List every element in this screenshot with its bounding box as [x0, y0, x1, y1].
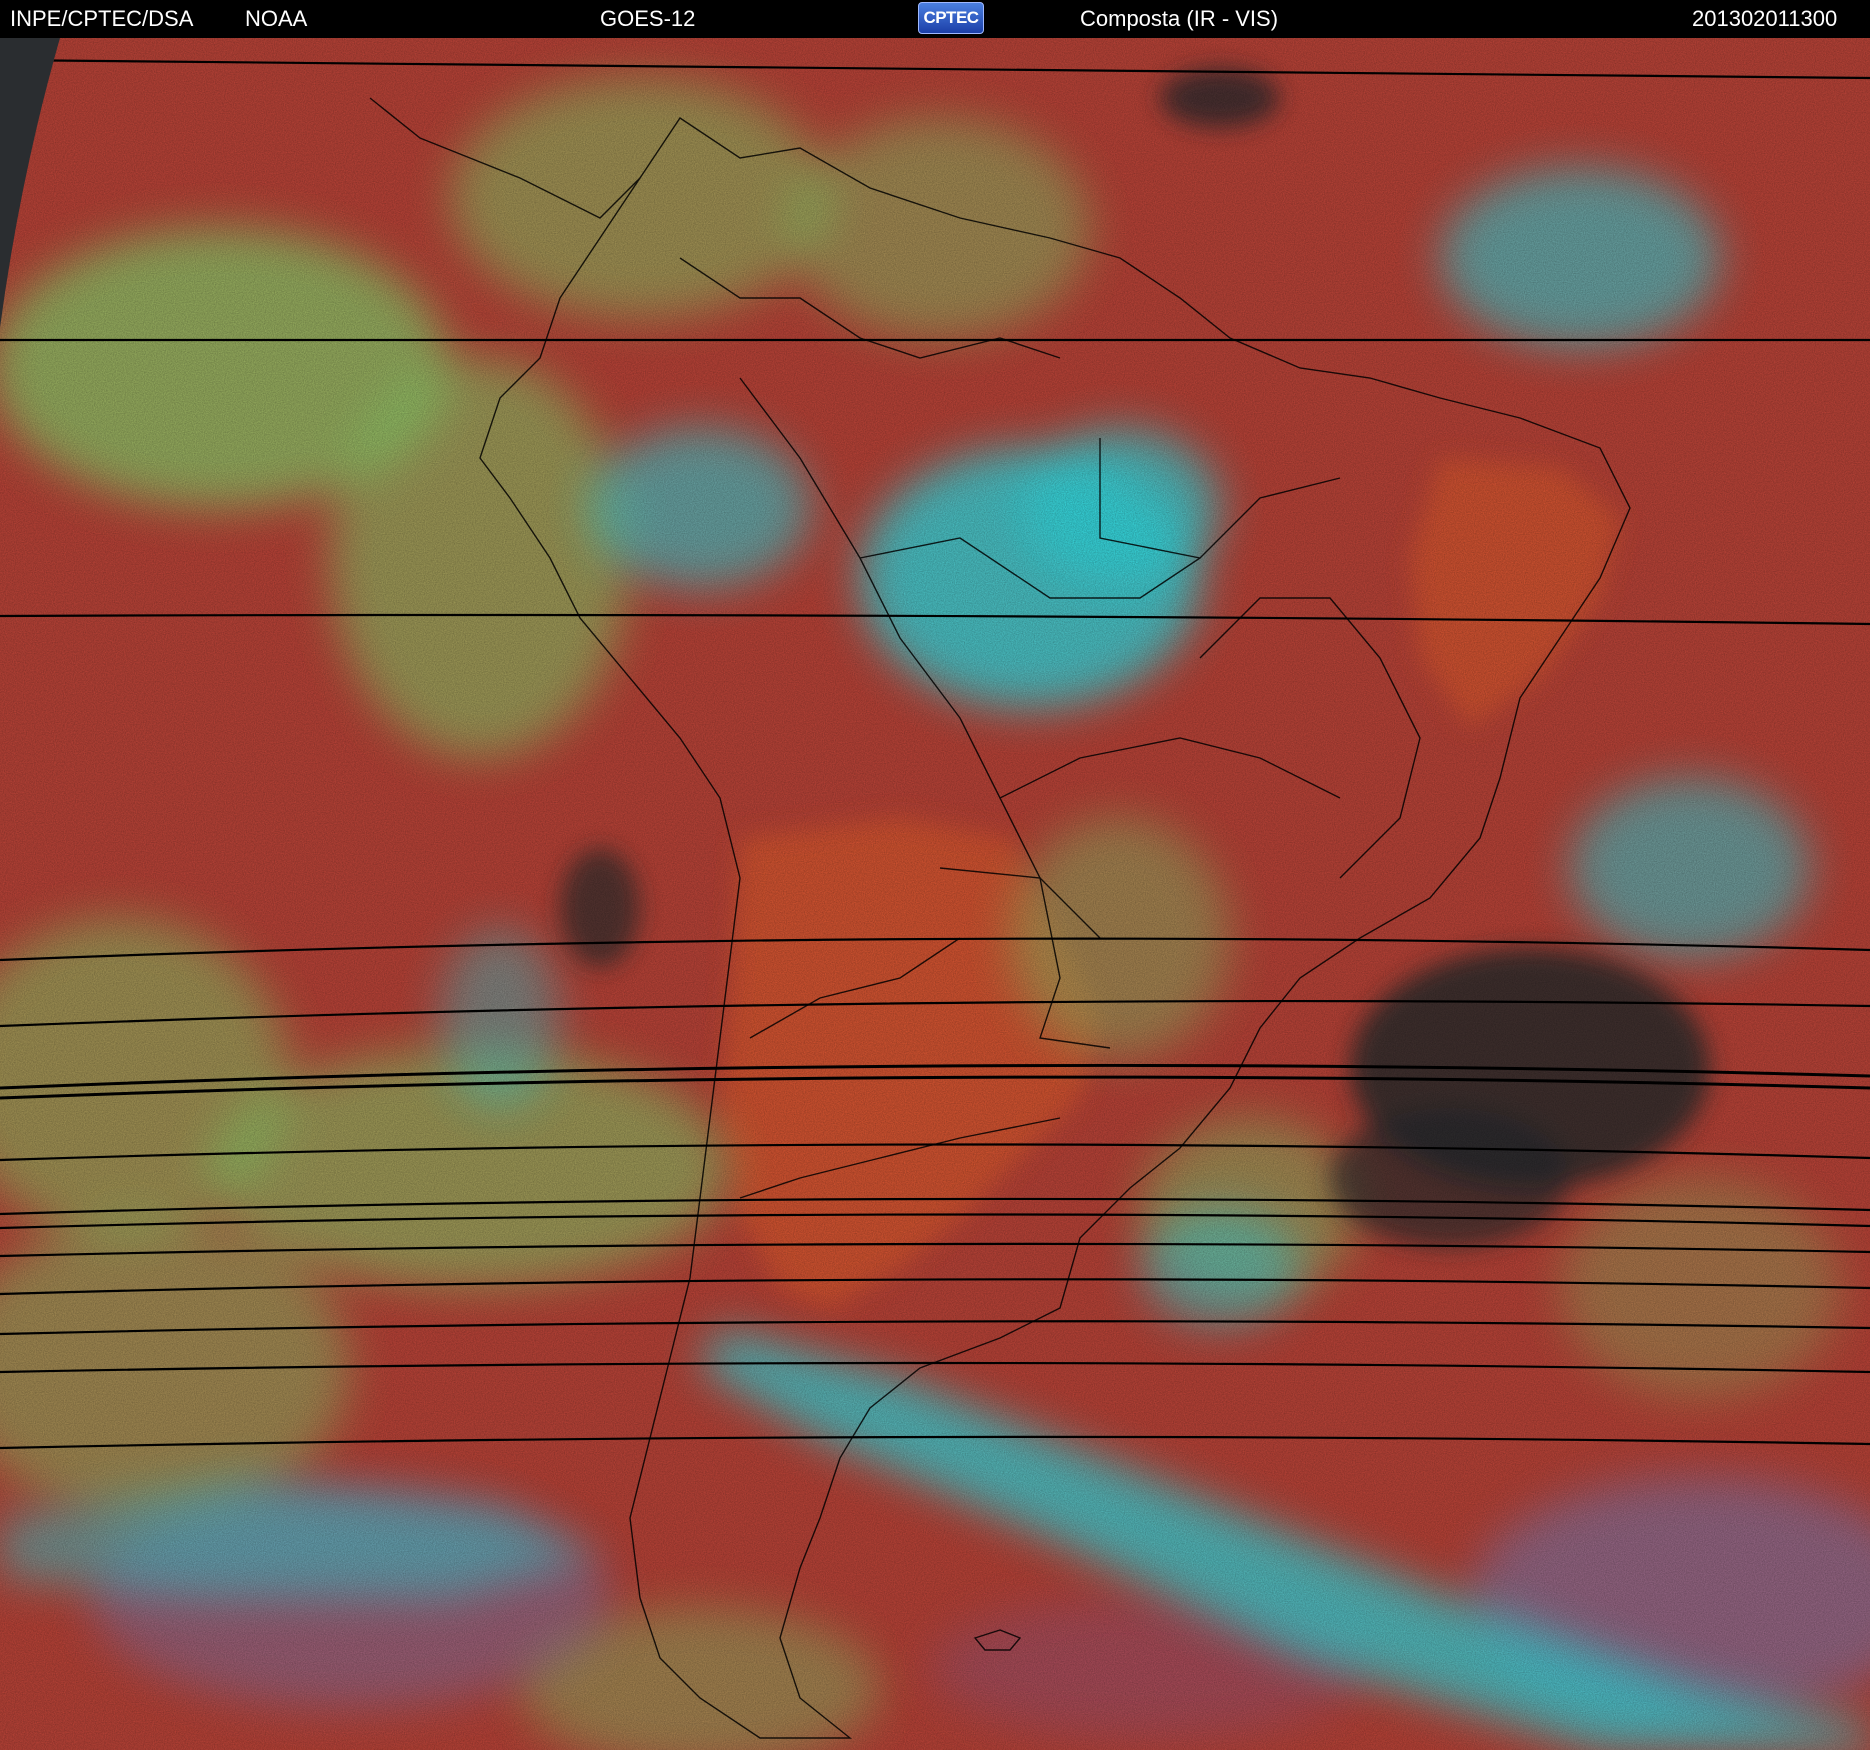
agency-label: NOAA [245, 6, 308, 31]
image-grain [0, 38, 1870, 1750]
satellite-label: GOES-12 [600, 6, 696, 31]
timestamp-label: 201302011300 [1692, 6, 1838, 31]
product-label: Composta (IR - VIS) [1080, 6, 1279, 31]
satellite-image-page: INPE/CPTEC/DSA NOAA GOES-12 CPTEC Compos… [0, 0, 1870, 1750]
satellite-composite-map [0, 38, 1870, 1750]
image-header-bar: INPE/CPTEC/DSA NOAA GOES-12 CPTEC Compos… [0, 0, 1870, 38]
cptec-logo: CPTEC [918, 2, 984, 34]
institution-label: INPE/CPTEC/DSA [10, 6, 194, 31]
earth-disk [0, 38, 1870, 1750]
